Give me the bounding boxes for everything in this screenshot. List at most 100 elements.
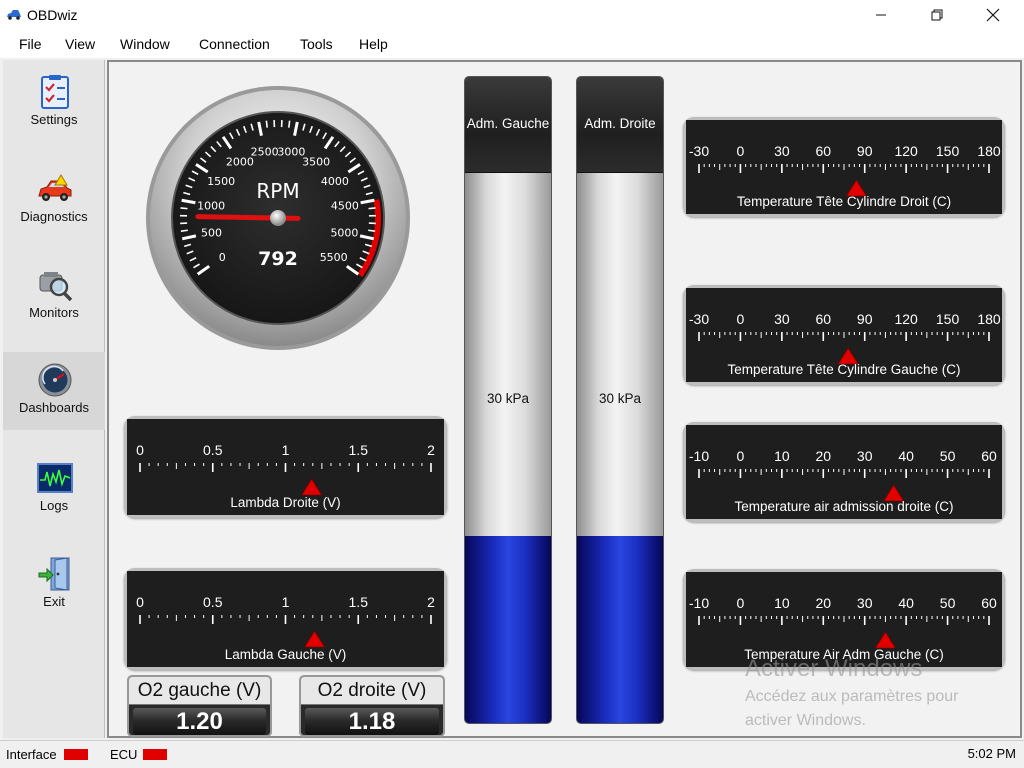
- gauge-tick-label: 150: [936, 143, 960, 159]
- sidebar-item-settings[interactable]: Settings: [3, 64, 105, 142]
- linear-gauge-head-temp-right: -30 0 30 60 90 120 150 180 Temperature Tête Cyl…: [683, 117, 1005, 217]
- rpm-tick-label: 0: [219, 251, 226, 264]
- rpm-label: RPM: [256, 179, 299, 203]
- menu-file[interactable]: File: [19, 36, 42, 52]
- gauge-tick-label: 20: [815, 448, 831, 464]
- window-title: OBDwiz: [27, 7, 78, 23]
- rpm-gauge: 0500100015002000250030003500400045005000…: [146, 86, 410, 350]
- digital-label: O2 gauche (V): [129, 677, 270, 705]
- gauge-tick-label: -30: [689, 143, 709, 159]
- gauge-icon: [38, 363, 72, 397]
- interface-status-led: [64, 749, 88, 760]
- activation-watermark-title: Activer Windows: [745, 655, 923, 682]
- sidebar-label: Logs: [39, 498, 69, 513]
- gauge-tick-label: 10: [774, 595, 790, 611]
- gauge-tick-label: 10: [774, 448, 790, 464]
- gauge-tick-label: 180: [977, 143, 1001, 159]
- gauge-tick-label: 30: [857, 448, 873, 464]
- status-time: 5:02 PM: [967, 746, 1016, 761]
- gauge-tick-label: 120: [894, 143, 918, 159]
- gauge-tick-label: 150: [936, 311, 960, 327]
- gauge-tick-label: 0.5: [203, 442, 223, 458]
- tank-header: Adm. Gauche: [465, 77, 551, 173]
- rpm-tick: [180, 207, 188, 210]
- gauge-tick-label: 60: [981, 595, 997, 611]
- gauge-tick-label: 40: [898, 595, 914, 611]
- status-bar: Interface ECU 5:02 PM: [0, 740, 1024, 768]
- gauge-tick-label: -30: [689, 311, 709, 327]
- gauge-tick-label: 0: [737, 311, 745, 327]
- menu-window[interactable]: Window: [120, 36, 170, 52]
- gauge-tick-label: 30: [857, 595, 873, 611]
- gauge-tick-label: 90: [857, 143, 873, 159]
- tank-fill: [577, 535, 663, 723]
- tank-value: 30 kPa: [486, 391, 530, 406]
- gauge-tick-label: 60: [815, 143, 831, 159]
- rpm-value: 792: [258, 248, 298, 270]
- tank-gauge-intake-left: Adm. Gauche 30 kPa: [464, 76, 552, 724]
- sidebar-label: Settings: [30, 112, 78, 127]
- rpm-tick: [265, 120, 268, 128]
- gauge-tick-label: 0: [136, 594, 144, 610]
- gauge-tick-label: 120: [894, 311, 918, 327]
- tank-value: 30 kPa: [598, 391, 642, 406]
- tank-title: Adm. Droite: [584, 116, 656, 131]
- gauge-tick-label: 2: [427, 594, 435, 610]
- linear-gauge-lambda-right: 0 0.5 1 1.5 2 Lambda Droite (V): [124, 416, 447, 518]
- gauge-tick-label: 1: [282, 442, 290, 458]
- gauge-tick-label: 30: [774, 143, 790, 159]
- gauge-title: Temperature Tête Cylindre Droit (C): [736, 194, 952, 209]
- menu-tools[interactable]: Tools: [300, 36, 333, 52]
- sidebar-item-monitors[interactable]: Monitors: [3, 257, 105, 335]
- activation-watermark-line2: activer Windows.: [745, 712, 866, 729]
- rpm-tick-label: 5500: [320, 251, 348, 264]
- tank-fill: [465, 535, 551, 723]
- tank-gauge-intake-right: Adm. Droite 30 kPa: [576, 76, 664, 724]
- sidebar-item-exit[interactable]: Exit: [3, 546, 105, 624]
- gauge-title: Temperature air admission droite (C): [734, 499, 954, 514]
- sidebar-label: Exit: [43, 594, 65, 609]
- gauge-tick-label: 0: [737, 143, 745, 159]
- digital-display-o2-left: O2 gauche (V) 1.20: [127, 675, 272, 737]
- menu-connection[interactable]: Connection: [199, 36, 270, 52]
- gauge-tick-label: 60: [815, 311, 831, 327]
- rpm-tick-label: 1500: [207, 175, 235, 188]
- sidebar-item-logs[interactable]: Logs: [3, 450, 105, 528]
- sidebar-item-diagnostics[interactable]: Diagnostics: [3, 161, 105, 239]
- magnifier-icon: [39, 272, 73, 302]
- gauge-tick-label: 40: [898, 448, 914, 464]
- rpm-tick: [288, 120, 291, 128]
- gauge-tick-label: -10: [689, 448, 709, 464]
- needle-hub: [270, 210, 286, 226]
- menu-view[interactable]: View: [65, 36, 95, 52]
- gauge-tick-label: 2: [427, 442, 435, 458]
- menu-help[interactable]: Help: [359, 36, 388, 52]
- rpm-tick: [180, 229, 188, 232]
- sidebar: Settings Diagnostics Monitors Dashboards: [3, 60, 105, 738]
- checklist-icon: [41, 75, 69, 109]
- linear-gauge-lambda-left: 0 0.5 1 1.5 2 Lambda Gauche (V): [124, 568, 447, 670]
- maximize-icon: [931, 9, 943, 21]
- waveform-icon: [37, 463, 73, 493]
- gauge-title: Lambda Gauche (V): [224, 647, 347, 662]
- gauge-tick-label: 20: [815, 595, 831, 611]
- sidebar-label: Monitors: [29, 305, 79, 320]
- close-button[interactable]: [964, 0, 1022, 30]
- rpm-tick-label: 1000: [197, 200, 225, 213]
- gauge-tick-label: 50: [940, 448, 956, 464]
- sidebar-item-dashboards[interactable]: Dashboards: [3, 352, 105, 430]
- rpm-tick-label: 4000: [321, 175, 349, 188]
- gauge-tick-label: 60: [981, 448, 997, 464]
- rpm-tick-label: 3500: [302, 156, 330, 169]
- linear-gauge-intake-air-right: -10 0 10 20 30 40 50 60 Temperature air admissi…: [683, 422, 1005, 522]
- digital-value: 1.20: [133, 708, 266, 735]
- gauge-tick-label: 0: [136, 442, 144, 458]
- digital-value: 1.18: [305, 708, 439, 735]
- gauge-tick-label: 30: [774, 311, 790, 327]
- maximize-button[interactable]: [908, 0, 966, 30]
- rpm-tick: [368, 229, 376, 232]
- close-icon: [986, 8, 1000, 22]
- gauge-title: Lambda Droite (V): [230, 495, 341, 510]
- minimize-button[interactable]: [852, 0, 910, 30]
- ecu-status-led: [143, 749, 167, 760]
